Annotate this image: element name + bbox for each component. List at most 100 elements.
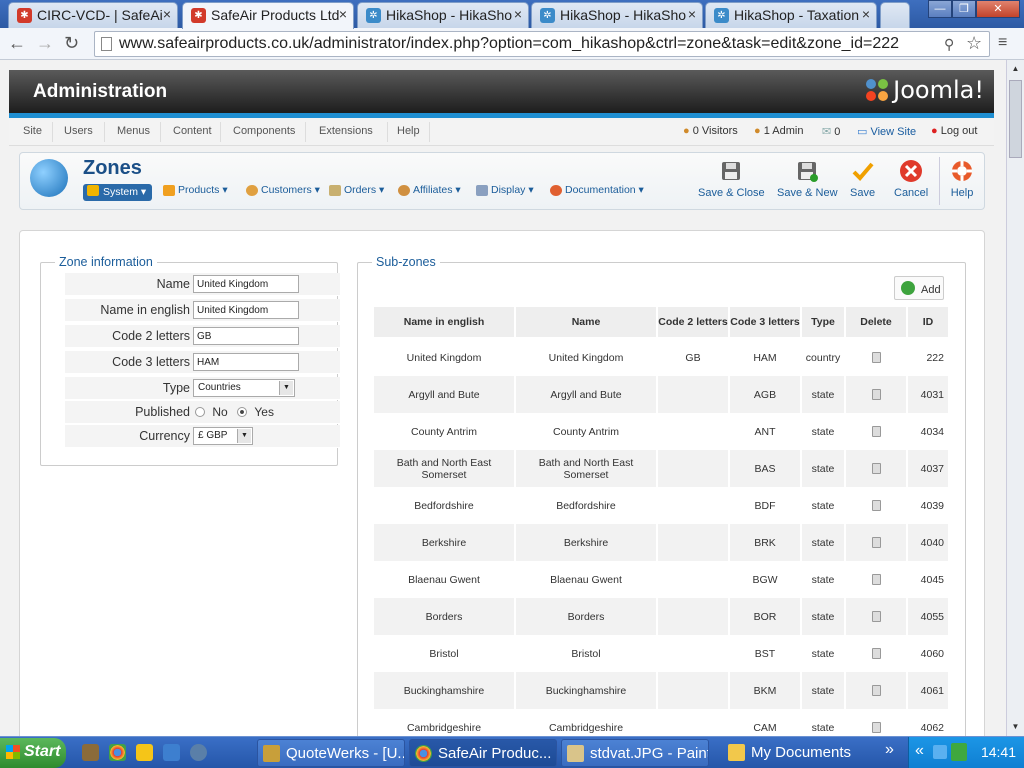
view-site-link[interactable]: ▭ View Site (857, 125, 916, 138)
submenu-documentation[interactable]: Documentation ▾ (550, 184, 644, 201)
vertical-scrollbar[interactable]: ▲ ▼ (1006, 60, 1024, 736)
close-tab-icon[interactable]: × (688, 6, 696, 22)
browser-tab[interactable]: ✲ HikaShop - HikaSho × (531, 2, 703, 28)
browser-tab-active[interactable]: ✱ SafeAir Products Ltd × (182, 2, 354, 29)
subzone-name-english[interactable]: Bristol (374, 635, 516, 672)
task-quotewerks[interactable]: QuoteWerks - [U... (257, 739, 405, 767)
subzone-name-english[interactable]: Argyll and Bute (374, 376, 516, 413)
menu-site[interactable]: Site (23, 125, 42, 137)
close-tab-icon[interactable]: × (163, 6, 171, 22)
column-header[interactable]: Name in english (374, 307, 516, 337)
subzone-name-english[interactable]: Buckinghamshire (374, 672, 516, 709)
published-yes-radio[interactable] (237, 407, 248, 417)
currency-select[interactable]: £ GBP ▼ (193, 427, 253, 445)
task-chrome[interactable]: SafeAir Produc... (409, 739, 557, 767)
bookmark-star-icon[interactable]: ☆ (966, 34, 982, 52)
task-my-documents[interactable]: My Documents (723, 739, 863, 767)
menu-content[interactable]: Content (173, 125, 212, 137)
quicklaunch-desktop-icon[interactable] (82, 744, 99, 761)
menu-menus[interactable]: Menus (117, 125, 150, 137)
trash-icon[interactable] (871, 463, 881, 474)
task-paint[interactable]: stdvat.JPG - Paint (561, 739, 709, 767)
menu-help[interactable]: Help (397, 125, 420, 137)
close-tab-icon[interactable]: × (339, 6, 347, 22)
column-header[interactable]: Type (802, 307, 846, 337)
start-button[interactable]: Start (0, 738, 66, 768)
wrench-menu-icon[interactable]: ≡ (998, 34, 1007, 52)
submenu-orders[interactable]: Orders ▾ (329, 184, 384, 201)
logout-link[interactable]: ● Log out (931, 125, 977, 137)
menu-extensions[interactable]: Extensions (319, 125, 373, 137)
chrome-icon[interactable] (109, 744, 126, 761)
forward-arrow-icon[interactable]: → (36, 34, 54, 52)
column-header[interactable]: ID (908, 307, 950, 337)
published-no-radio[interactable] (195, 407, 205, 417)
media-player-icon[interactable] (190, 744, 207, 761)
menu-components[interactable]: Components (233, 125, 295, 137)
scroll-up-arrow-icon[interactable]: ▲ (1009, 62, 1022, 76)
name-input[interactable]: United Kingdom (193, 275, 299, 293)
subzone-name-english[interactable]: Cambridgeshire (374, 709, 516, 736)
subzone-name-english[interactable]: Bath and North East Somerset (374, 450, 516, 487)
close-tab-icon[interactable]: × (514, 6, 522, 22)
subzone-name-english[interactable]: Bedfordshire (374, 487, 516, 524)
column-header[interactable]: Name (516, 307, 658, 337)
dropbox-icon[interactable] (933, 745, 947, 759)
subzone-name-english[interactable]: Borders (374, 598, 516, 635)
save-button[interactable]: Save (850, 159, 875, 199)
help-button[interactable]: Help (950, 159, 974, 199)
trash-icon[interactable] (871, 611, 881, 622)
browser-tab[interactable]: ✱ CIRC-VCD- | SafeAi × (8, 2, 178, 28)
trash-icon[interactable] (871, 685, 881, 696)
code3-input[interactable]: HAM (193, 353, 299, 371)
name-english-input[interactable]: United Kingdom (193, 301, 299, 319)
subzone-name-english[interactable]: United Kingdom (374, 339, 516, 376)
reload-icon[interactable]: ↻ (64, 34, 79, 52)
trash-icon[interactable] (871, 648, 881, 659)
submenu-affiliates[interactable]: Affiliates ▾ (398, 184, 461, 201)
trash-icon[interactable] (871, 389, 881, 400)
new-tab-button[interactable] (880, 2, 910, 28)
submenu-customers[interactable]: Customers ▾ (246, 184, 320, 201)
type-select[interactable]: Countries ▼ (193, 379, 295, 397)
security-shield-icon[interactable] (951, 743, 967, 761)
code2-input[interactable]: GB (193, 327, 299, 345)
column-header[interactable]: Code 3 letters (730, 307, 802, 337)
cancel-button[interactable]: Cancel (894, 159, 928, 199)
scroll-down-arrow-icon[interactable]: ▼ (1009, 720, 1022, 734)
trash-icon[interactable] (871, 574, 881, 585)
save-close-button[interactable]: Save & Close (698, 159, 765, 199)
browser-tab[interactable]: ✲ HikaShop - HikaSho × (357, 2, 529, 28)
maximize-button[interactable]: ❐ (952, 0, 976, 18)
messages-status[interactable]: ✉ 0 (822, 125, 840, 138)
address-bar[interactable]: www.safeairproducts.co.uk/administrator/… (94, 31, 990, 57)
subzone-name-english[interactable]: County Antrim (374, 413, 516, 450)
trash-icon[interactable] (871, 537, 881, 548)
column-header[interactable]: Code 2 letters (658, 307, 730, 337)
close-window-button[interactable]: ✕ (976, 0, 1020, 18)
submenu-products[interactable]: Products ▾ (163, 184, 228, 201)
menu-users[interactable]: Users (64, 125, 93, 137)
trash-icon[interactable] (871, 500, 881, 511)
submenu-system[interactable]: System ▾ (83, 184, 153, 201)
quicklaunch-app-icon[interactable] (136, 744, 153, 761)
outlook-icon[interactable] (163, 744, 180, 761)
scrollbar-thumb[interactable] (1009, 80, 1022, 158)
subzone-name-english[interactable]: Blaenau Gwent (374, 561, 516, 598)
trash-icon[interactable] (871, 722, 881, 733)
trash-icon[interactable] (871, 426, 881, 437)
browser-tab[interactable]: ✲ HikaShop - Taxation × (705, 2, 877, 28)
search-icon[interactable]: ⚲ (944, 35, 954, 53)
save-new-button[interactable]: Save & New (777, 159, 838, 199)
tray-expand-button[interactable]: « (915, 742, 924, 760)
submenu-display[interactable]: Display ▾ (476, 184, 534, 201)
lifebuoy-icon (952, 161, 972, 181)
minimize-button[interactable]: — (928, 0, 952, 18)
subzone-name-english[interactable]: Berkshire (374, 524, 516, 561)
column-header[interactable]: Delete (846, 307, 908, 337)
close-tab-icon[interactable]: × (862, 6, 870, 22)
taskbar-overflow-button[interactable]: » (885, 741, 894, 759)
back-arrow-icon[interactable]: ← (8, 34, 26, 52)
trash-icon[interactable] (871, 352, 881, 363)
add-subzone-button[interactable]: Add (894, 276, 944, 300)
